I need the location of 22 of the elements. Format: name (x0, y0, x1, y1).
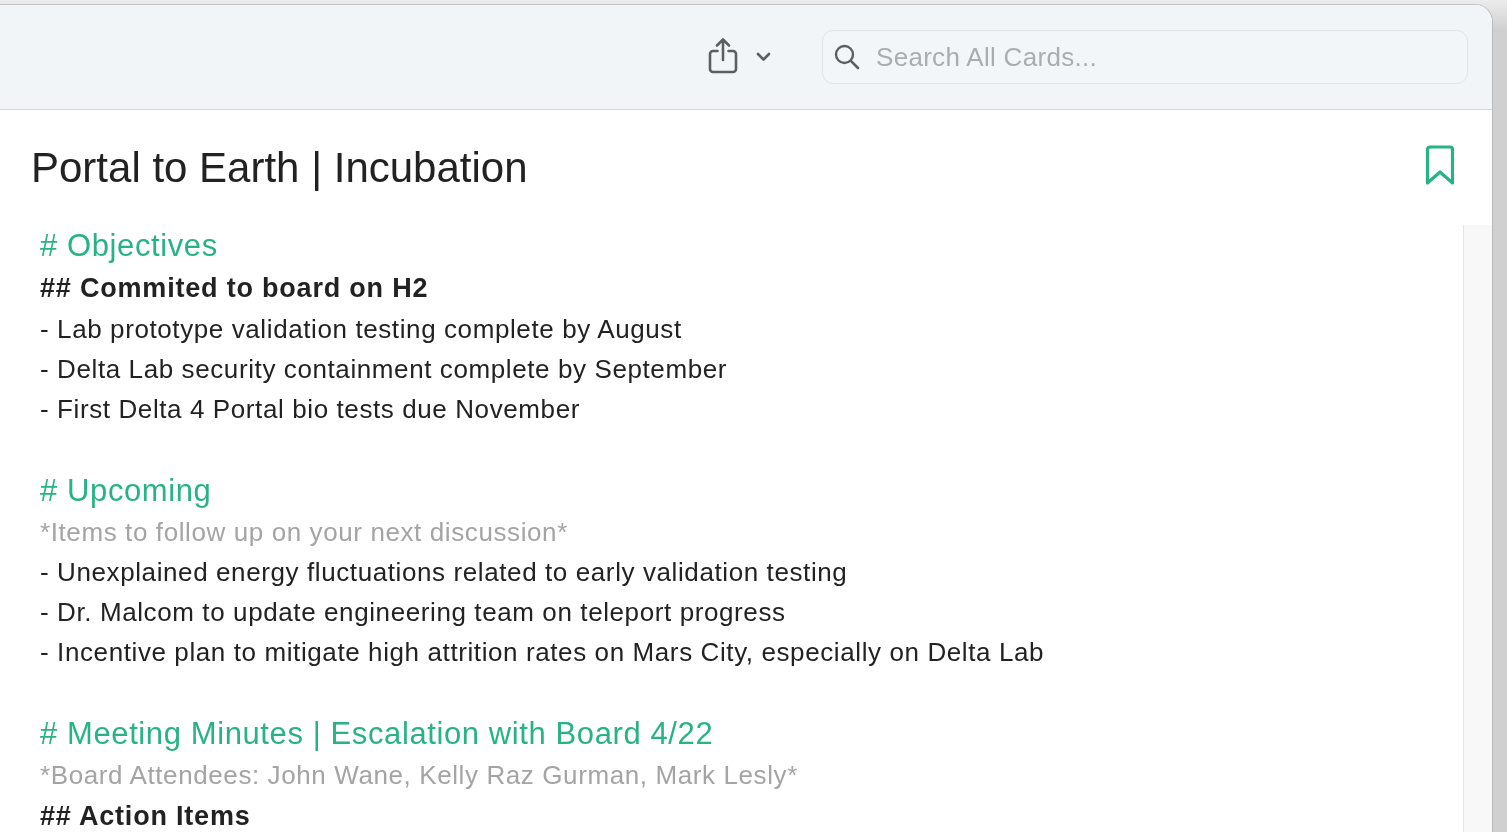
search-icon (834, 44, 860, 70)
list-item: - Unexplained energy fluctuations related to early validation testing (40, 556, 848, 589)
list-item: - Incentive plan to mitigate high attrition rates on Mars City, especially on Delta Lab (40, 636, 1045, 669)
list-item: - Delta Lab security containment complete by September (40, 353, 728, 386)
section-heading: # Meeting Minutes | Escalation with Board 4/22 (40, 715, 714, 753)
subheading: ## Commited to board on H2 (40, 273, 429, 303)
bookmark-icon[interactable] (1425, 144, 1455, 187)
card-title: Portal to Earth | Incubation (31, 142, 528, 193)
share-icon (707, 36, 739, 74)
list-item: - Dr. Malcom to update engineering team on teleport progress (40, 596, 786, 629)
list-item: - Lab prototype validation testing complete by August (40, 313, 682, 346)
scrollbar-track[interactable] (1463, 225, 1492, 832)
subheading: ## Action Items (40, 801, 251, 831)
note-text: *Board Attendees: John Wane, Kelly Raz Gurman, Mark Lesly* (40, 759, 798, 792)
caret-icon (756, 52, 771, 62)
search-field[interactable]: Search All Cards... (822, 30, 1468, 84)
section-heading: # Objectives (40, 227, 218, 265)
list-item: - First Delta 4 Portal bio tests due November (40, 393, 580, 426)
note-text: *Items to follow up on your next discussion* (40, 516, 568, 549)
share-button[interactable] (707, 36, 739, 74)
section-heading: # Upcoming (40, 472, 212, 510)
share-menu-button[interactable] (756, 52, 771, 62)
